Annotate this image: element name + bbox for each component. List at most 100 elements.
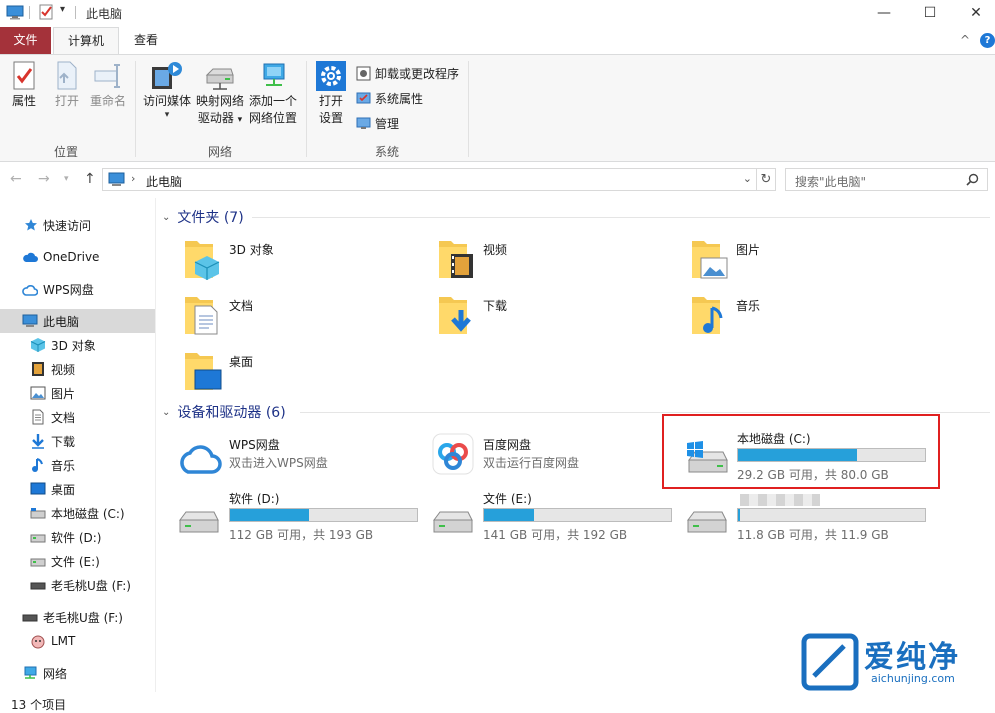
- folder-name: 文档: [229, 299, 254, 313]
- properties-button[interactable]: 属性: [8, 61, 40, 110]
- sidebar-item-downloads[interactable]: 下载: [0, 429, 155, 453]
- sidebar-item-usb-f-root[interactable]: 老毛桃U盘 (F:): [0, 605, 155, 629]
- computer-icon[interactable]: [6, 4, 24, 20]
- chevron-down-icon[interactable]: ⌄: [162, 212, 170, 223]
- star-icon: [25, 219, 37, 231]
- drive-icon: [30, 508, 46, 519]
- collapse-ribbon-button[interactable]: ^: [960, 33, 970, 47]
- sidebar-item-music[interactable]: 音乐: [0, 453, 155, 477]
- tab-view[interactable]: 查看: [122, 27, 170, 54]
- folder-name: 3D 对象: [229, 243, 274, 257]
- minimize-button[interactable]: —: [861, 0, 907, 26]
- sidebar-item-onedrive[interactable]: OneDrive: [0, 245, 155, 269]
- document-icon: [32, 409, 44, 425]
- sidebar-item-label: 此电脑: [43, 314, 80, 329]
- folder-music-icon: [692, 297, 723, 334]
- sidebar-item-quick-access[interactable]: 快速访问: [0, 213, 155, 237]
- content-pane: ⌄ 文件夹 (7) 3D 对象 视频 图片 文档 下载 音乐 桌面 ⌄ 设备和驱…: [157, 198, 995, 692]
- wps-cloud-drive[interactable]: WPS网盘 双击进入WPS网盘: [177, 436, 447, 488]
- folder-downloads[interactable]: 下载: [437, 294, 677, 342]
- sidebar-item-drive-c[interactable]: 本地磁盘 (C:): [0, 501, 155, 525]
- close-button[interactable]: ✕: [953, 0, 995, 26]
- drive-d[interactable]: 软件 (D:) 112 GB 可用，共 193 GB: [177, 490, 447, 542]
- sidebar-item-usb-f[interactable]: 老毛桃U盘 (F:): [0, 573, 155, 597]
- search-icon[interactable]: [966, 173, 979, 186]
- folder-videos[interactable]: 视频: [437, 238, 677, 286]
- access-media-button[interactable]: 访问媒体 ▾: [141, 61, 193, 120]
- system-properties-button[interactable]: 系统属性: [356, 88, 423, 108]
- drive-name: 文件 (E:): [483, 492, 532, 506]
- address-path[interactable]: 此电脑: [146, 173, 182, 190]
- sidebar-item-lmt[interactable]: LMT: [0, 629, 155, 653]
- folder-desktop[interactable]: 桌面: [183, 350, 423, 398]
- folders-section-header[interactable]: ⌄ 文件夹 (7): [162, 207, 244, 227]
- map-network-drive-button[interactable]: 映射网络 驱动器 ▾: [194, 61, 246, 129]
- folder-video-icon: [439, 241, 473, 278]
- sidebar-item-pictures[interactable]: 图片: [0, 381, 155, 405]
- sidebar-item-desktop[interactable]: 桌面: [0, 477, 155, 501]
- sidebar-item-label: 下载: [51, 434, 76, 449]
- folders-section-title: 文件夹 (7): [177, 210, 244, 226]
- add-network-location-button[interactable]: 添加一个 网络位置: [247, 61, 299, 127]
- usb-drive-f[interactable]: 11.8 GB 可用，共 11.9 GB: [685, 490, 955, 542]
- recent-locations-button[interactable]: ▾: [64, 174, 69, 184]
- drive-icon: [179, 511, 219, 533]
- navigation-bar: ← → ▾ ↑ › 此电脑 ⌄ ↻ 搜索"此电脑": [0, 163, 995, 197]
- folder-3d-objects[interactable]: 3D 对象: [183, 238, 423, 286]
- baidu-cloud-drive[interactable]: 百度网盘 双击运行百度网盘: [431, 433, 701, 488]
- open-label: 打开: [54, 94, 79, 108]
- drive-usage-bar: [737, 508, 926, 522]
- sidebar-item-label: 3D 对象: [51, 338, 96, 353]
- sidebar-item-documents[interactable]: 文档: [0, 405, 155, 429]
- folder-documents[interactable]: 文档: [183, 294, 423, 342]
- folder-3d-icon: [185, 241, 220, 280]
- group-separator: [135, 61, 136, 157]
- computer-icon: [108, 172, 125, 186]
- drive-usage-fill: [738, 509, 740, 521]
- chevron-right-icon[interactable]: ›: [131, 172, 135, 185]
- access-media-label: 访问媒体: [142, 94, 191, 108]
- sidebar-item-label: WPS网盘: [43, 282, 94, 297]
- sidebar-item-wps-cloud[interactable]: WPS网盘: [0, 277, 155, 301]
- back-button[interactable]: ←: [10, 171, 22, 187]
- sidebar-item-this-pc[interactable]: 此电脑: [0, 309, 155, 333]
- folder-name: 下载: [483, 299, 508, 313]
- sidebar-item-network[interactable]: 网络: [0, 661, 155, 685]
- maximize-button[interactable]: ☐: [907, 0, 953, 26]
- chevron-down-icon[interactable]: ⌄: [162, 407, 170, 418]
- chevron-down-icon[interactable]: ⌄: [743, 172, 752, 185]
- sidebar-item-3d-objects[interactable]: 3D 对象: [0, 333, 155, 357]
- forward-button[interactable]: →: [38, 171, 50, 187]
- network-location-icon: [263, 63, 285, 86]
- folder-music[interactable]: 音乐: [690, 294, 930, 342]
- drives-section-header[interactable]: ⌄ 设备和驱动器 (6): [162, 402, 286, 422]
- rename-button[interactable]: 重命名: [88, 61, 128, 110]
- tab-computer[interactable]: 计算机: [53, 27, 119, 55]
- sidebar-item-label: 文件 (E:): [51, 554, 100, 569]
- folder-pictures[interactable]: 图片: [690, 238, 930, 286]
- properties-quick-icon[interactable]: [37, 4, 55, 20]
- refresh-button[interactable]: ↻: [756, 168, 776, 191]
- sidebar-item-label: 桌面: [51, 482, 76, 497]
- address-bar[interactable]: › 此电脑 ⌄: [102, 168, 757, 191]
- drive-e[interactable]: 文件 (E:) 141 GB 可用，共 192 GB: [431, 490, 701, 542]
- sidebar-item-drive-e[interactable]: 文件 (E:): [0, 549, 155, 573]
- group-label-system: 系统: [375, 145, 400, 159]
- help-icon[interactable]: ?: [980, 33, 995, 48]
- folder-document-icon: [185, 297, 218, 335]
- uninstall-programs-button[interactable]: 卸载或更改程序: [356, 63, 459, 83]
- sidebar-item-videos[interactable]: 视频: [0, 357, 155, 381]
- sidebar-item-label: 快速访问: [43, 218, 92, 233]
- watermark-brand: 爱纯净: [864, 640, 960, 675]
- sidebar-item-drive-d[interactable]: 软件 (D:): [0, 525, 155, 549]
- open-settings-button[interactable]: 打开 设置: [313, 61, 349, 127]
- quick-access-dropdown-icon[interactable]: ▾: [60, 4, 65, 15]
- highlight-box: [662, 414, 940, 489]
- manage-button[interactable]: 管理: [356, 113, 399, 133]
- search-box[interactable]: 搜索"此电脑": [785, 168, 988, 191]
- up-button[interactable]: ↑: [84, 171, 96, 187]
- drive-icon: [433, 511, 473, 533]
- baidu-cloud-icon: [432, 433, 474, 475]
- open-button[interactable]: 打开: [51, 61, 83, 110]
- tab-file[interactable]: 文件: [0, 27, 51, 54]
